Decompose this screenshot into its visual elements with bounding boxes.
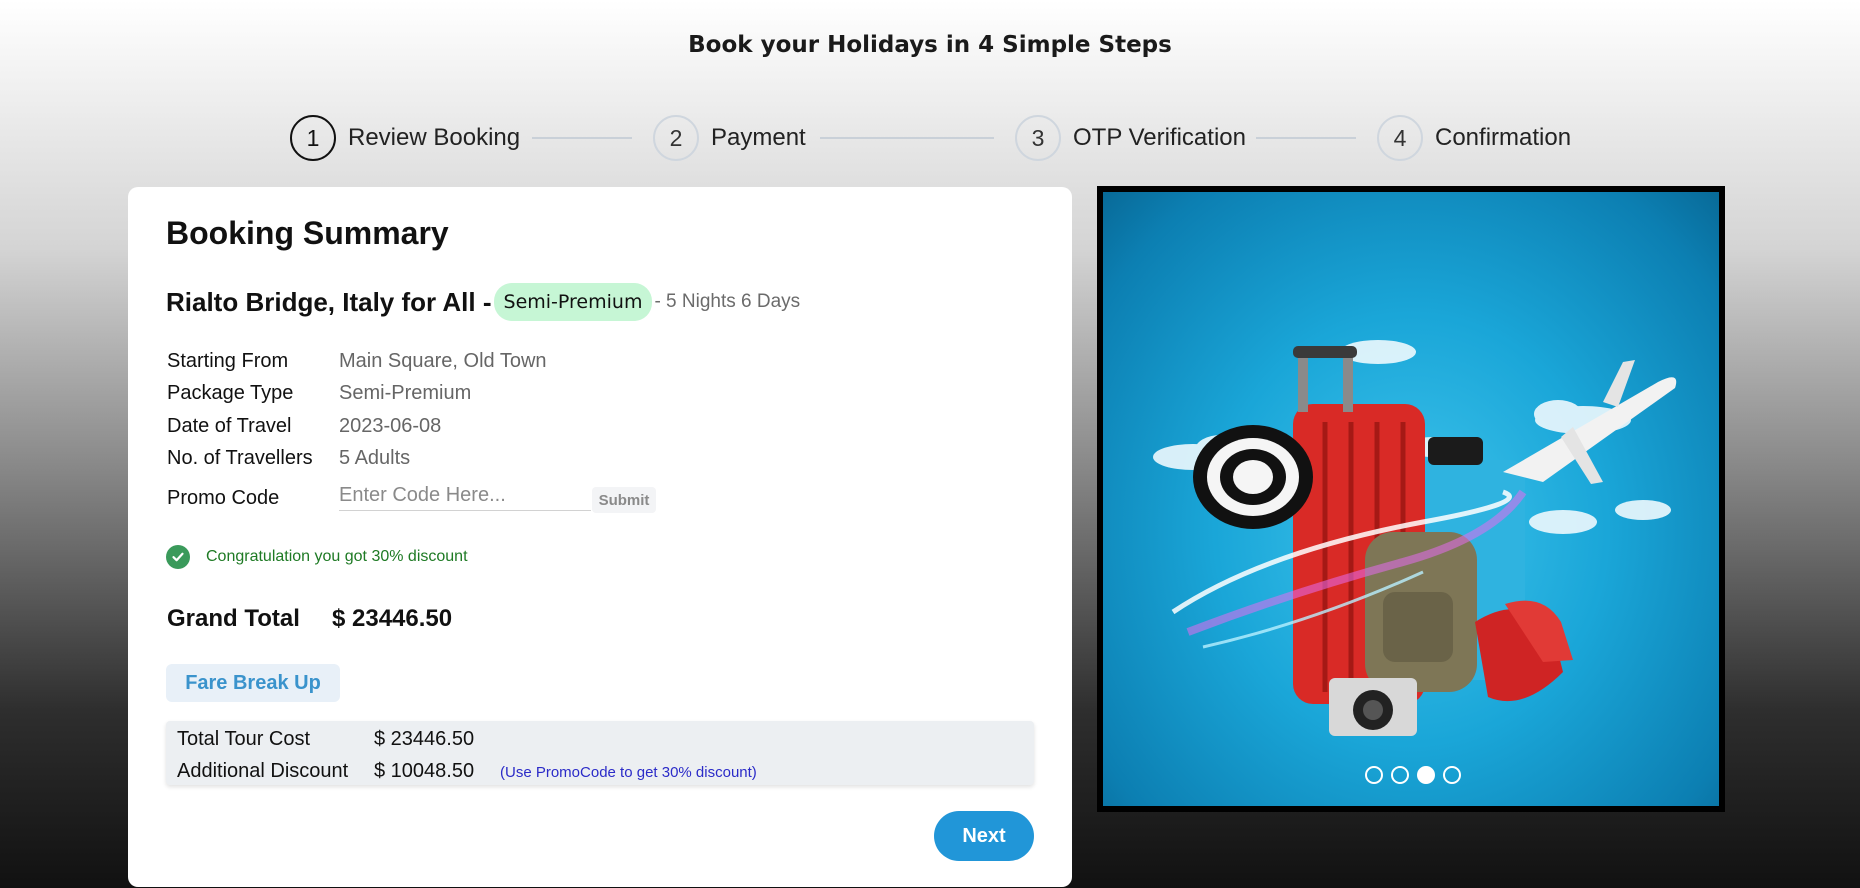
booking-summary-card: Booking Summary Rialto Bridge, Italy for… (128, 187, 1072, 887)
success-text: Congratulation you got 30% discount (206, 548, 468, 565)
page-title: Book your Holidays in 4 Simple Steps (688, 32, 1172, 58)
grand-total-value: $ 23446.50 (332, 605, 453, 632)
next-button[interactable]: Next (934, 811, 1034, 861)
step-review-booking[interactable]: 1 Review Booking (290, 112, 520, 164)
package-type-badge: Semi-Premium (493, 283, 653, 321)
carousel-dot-4[interactable] (1443, 766, 1461, 784)
travel-luggage-image (1153, 340, 1677, 736)
step-label: Review Booking (348, 124, 521, 151)
package-name: Rialto Bridge, Italy for All - (166, 286, 492, 317)
booking-summary-title: Booking Summary (166, 215, 449, 251)
promo-hint-note: (Use PromoCode to get 30% discount) (500, 764, 757, 781)
check-circle-icon (166, 545, 190, 569)
fare-break-up-button[interactable]: Fare Break Up (166, 664, 340, 702)
step-confirmation[interactable]: 4 Confirmation (1377, 112, 1571, 164)
fare-value: $ 23446.50 (374, 728, 475, 750)
step-payment[interactable]: 2 Payment (653, 112, 806, 164)
detail-value: Semi-Premium (339, 382, 472, 404)
detail-label: Date of Travel (167, 415, 292, 437)
package-duration: - 5 Nights 6 Days (654, 291, 801, 312)
promo-code-input[interactable] (339, 480, 591, 511)
detail-value: 5 Adults (339, 447, 411, 469)
promo-success-message: Congratulation you got 30% discount (166, 545, 468, 569)
detail-label: Package Type (167, 382, 294, 404)
step-otp-verification[interactable]: 3 OTP Verification (1015, 112, 1246, 164)
promo-submit-button[interactable]: Submit (592, 487, 656, 513)
carousel-dot-2[interactable] (1391, 766, 1409, 784)
fare-value: $ 10048.50 (374, 760, 475, 782)
step-connector (1256, 137, 1356, 139)
fare-label: Total Tour Cost (177, 728, 311, 750)
step-number: 3 (1015, 115, 1061, 161)
step-number: 1 (290, 115, 336, 161)
promo-code-label: Promo Code (167, 487, 280, 509)
step-label: OTP Verification (1073, 124, 1246, 151)
carousel-indicators (1365, 766, 1469, 784)
grand-total-label: Grand Total (167, 605, 300, 632)
detail-label: No. of Travellers (167, 447, 313, 469)
detail-value: 2023-06-08 (339, 415, 442, 437)
carousel-dot-3[interactable] (1417, 766, 1435, 784)
step-connector (820, 137, 994, 139)
detail-value: Main Square, Old Town (339, 350, 547, 372)
step-number: 4 (1377, 115, 1423, 161)
fare-breakup-panel: Total Tour Cost $ 23446.50 Additional Di… (166, 721, 1034, 785)
step-connector (532, 137, 632, 139)
step-label: Payment (711, 124, 806, 151)
travel-image-carousel (1097, 186, 1725, 812)
detail-label: Starting From (167, 350, 289, 372)
carousel-dot-1[interactable] (1365, 766, 1383, 784)
fare-label: Additional Discount (177, 760, 349, 782)
booking-stepper: 1 Review Booking 2 Payment 3 OTP Verific… (0, 112, 1860, 164)
step-number: 2 (653, 115, 699, 161)
step-label: Confirmation (1435, 124, 1572, 151)
package-heading: Rialto Bridge, Italy for All - Semi-Prem… (166, 283, 800, 321)
